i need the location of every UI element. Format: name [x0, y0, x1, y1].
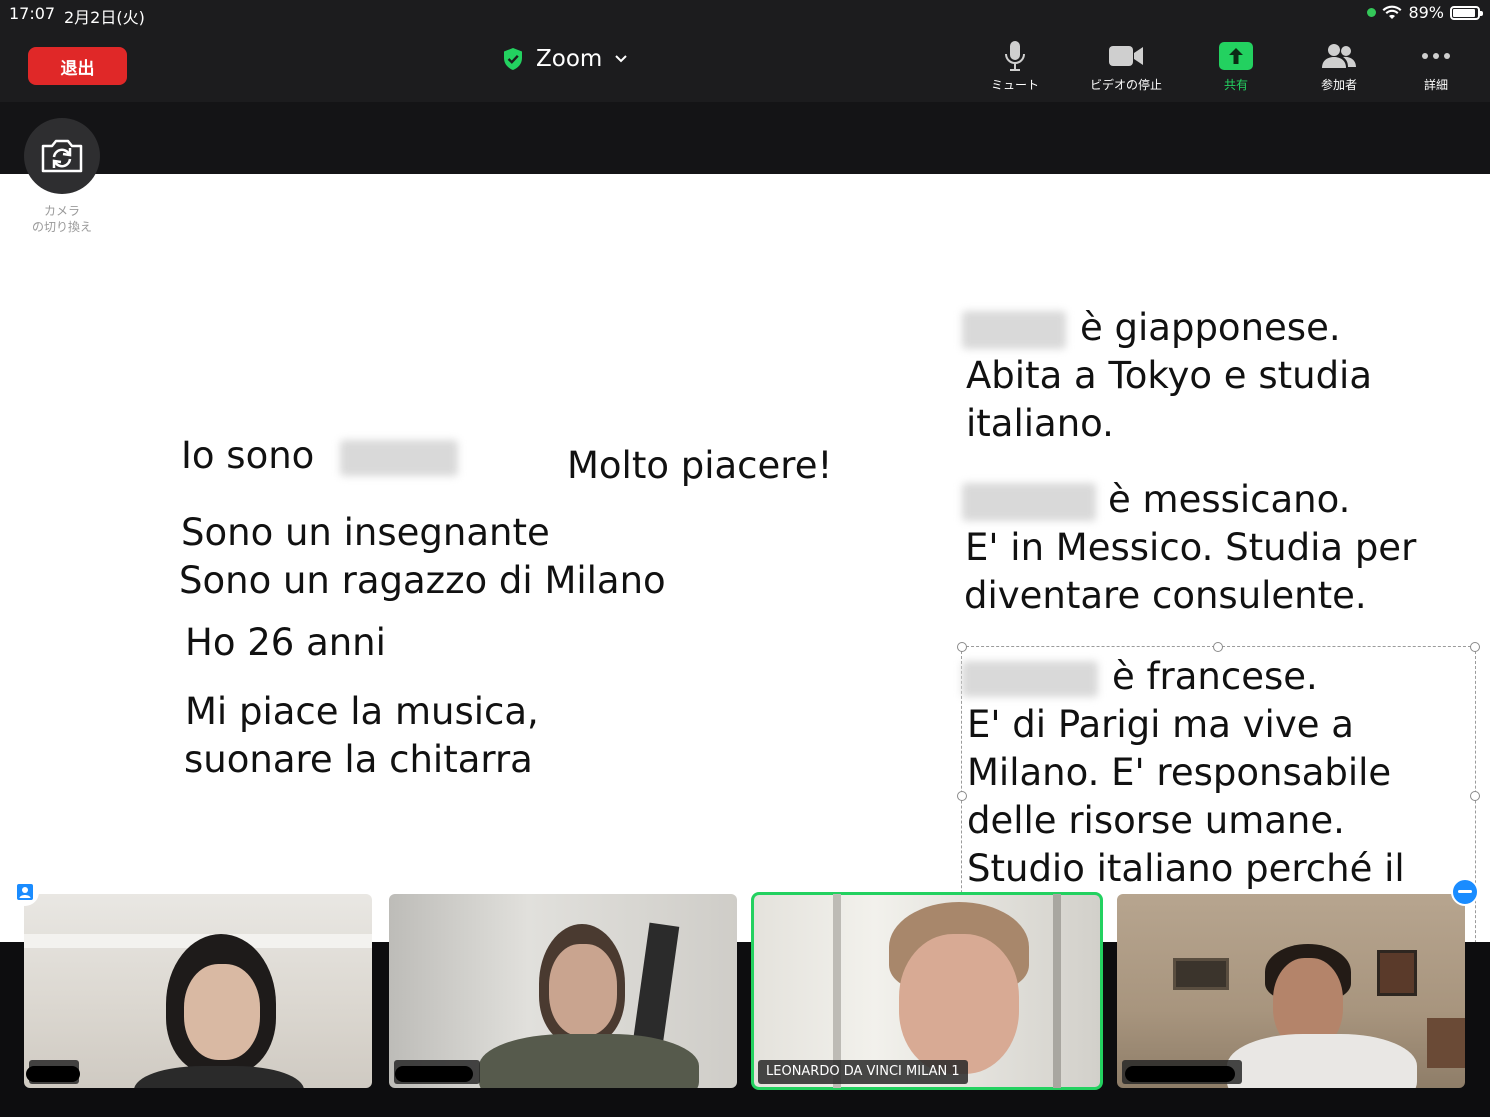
selection-handle[interactable]: [957, 791, 967, 801]
more-icon: [1422, 53, 1450, 59]
participant-video-face: [899, 934, 1019, 1074]
slide-p2-line3: diventare consulente.: [964, 574, 1367, 617]
selection-handle[interactable]: [1213, 642, 1223, 652]
redacted-name-blur: [340, 439, 459, 476]
person-frame-icon: [17, 884, 33, 900]
participant-video-body: [134, 1066, 304, 1088]
slide-p3-line4: delle risorse umane.: [967, 799, 1345, 842]
slide-line-insegnante: Sono un insegnante: [181, 511, 550, 554]
video-background: [1173, 958, 1229, 990]
leave-button[interactable]: 退出: [28, 47, 127, 85]
slide-line-hobby1: Mi piace la musica,: [185, 690, 539, 733]
slide-io-sono-line: Io sono: [181, 432, 459, 480]
status-bar: 17:07 2月2日(火) 89%: [0, 0, 1490, 28]
slide-p2-line1: è messicano.: [962, 476, 1350, 524]
chevron-down-icon: [615, 55, 628, 63]
switch-camera-button[interactable]: [24, 118, 100, 194]
slide-p3-line5: Studio italiano perché il: [967, 847, 1405, 890]
redacted-name-blur: [962, 310, 1066, 349]
video-background: [1053, 894, 1061, 1088]
video-background: [1377, 950, 1417, 996]
selection-handle[interactable]: [1470, 642, 1480, 652]
share-icon: [1219, 42, 1253, 70]
stop-video-button[interactable]: ビデオの停止: [1071, 38, 1181, 93]
status-indicators: 89%: [1367, 3, 1483, 22]
video-background: [1427, 1018, 1465, 1068]
slide-line-age: Ho 26 anni: [185, 621, 386, 664]
redacted-name-blur: [962, 482, 1096, 521]
mute-label: ミュート: [990, 78, 1039, 92]
participant-video-face: [549, 944, 617, 1036]
selection-handle[interactable]: [957, 642, 967, 652]
video-tile-participant-1[interactable]: [24, 894, 372, 1088]
redaction-mark: [1125, 1066, 1235, 1082]
mute-button[interactable]: ミュート: [960, 38, 1070, 93]
more-button[interactable]: 詳細: [1381, 38, 1490, 93]
video-tile-active-speaker[interactable]: LEONARDO DA VINCI MILAN 1: [751, 892, 1103, 1090]
slide-line-ragazzo: Sono un ragazzo di Milano: [179, 559, 666, 602]
top-band: [0, 102, 1490, 174]
status-time: 17:07: [9, 4, 56, 23]
redacted-name-blur: [962, 660, 1098, 697]
slide-line-hobby2: suonare la chitarra: [184, 738, 533, 781]
video-camera-icon: [1109, 46, 1143, 66]
participant-video-face: [184, 964, 260, 1060]
shield-check-icon: [504, 48, 522, 70]
video-background: [833, 894, 841, 1088]
slide-p2-line2: E' in Messico. Studia per: [965, 526, 1417, 569]
wifi-icon: [1382, 5, 1402, 19]
participant-video-body: [1227, 1034, 1417, 1088]
meeting-toolbar: 退出 Zoom ミュート ビデオの停止 共有 参加者 詳細: [0, 28, 1490, 102]
camera-switch-icon: [41, 139, 83, 173]
share-button[interactable]: 共有: [1181, 38, 1291, 93]
slide-p1-line2: Abita a Tokyo e studia: [966, 354, 1373, 397]
participants-label: 参加者: [1320, 78, 1357, 92]
slide-molto-piacere: Molto piacere!: [567, 444, 833, 487]
participants-button[interactable]: 参加者: [1284, 38, 1394, 93]
video-tile-participant-4[interactable]: [1117, 894, 1465, 1088]
stop-video-label: ビデオの停止: [1089, 78, 1162, 92]
slide-p1-line1: è giapponese.: [962, 304, 1341, 352]
meeting-title-dropdown[interactable]: Zoom: [502, 46, 628, 72]
slide-p3-line1: è francese.: [962, 653, 1318, 701]
redaction-mark: [26, 1066, 80, 1082]
slide-p3-line2: E' di Parigi ma vive a: [967, 703, 1354, 746]
participants-icon: [1322, 44, 1356, 68]
participant-name-tag: LEONARDO DA VINCI MILAN 1: [758, 1060, 968, 1084]
selection-handle[interactable]: [1470, 791, 1480, 801]
battery-icon: [1450, 5, 1483, 20]
slide-p3-line3: Milano. E' responsabile: [967, 751, 1392, 794]
redaction-mark: [395, 1066, 473, 1082]
more-label: 詳細: [1423, 78, 1448, 92]
meeting-title: Zoom: [536, 46, 603, 72]
pin-video-button[interactable]: [11, 878, 39, 906]
slide-p1-line3: italiano.: [966, 402, 1114, 445]
participant-video-body: [479, 1034, 699, 1088]
shared-screen-slide: Io sono Molto piacere! Sono un insegnant…: [0, 174, 1490, 942]
minus-icon: [1458, 890, 1472, 893]
share-label: 共有: [1223, 78, 1248, 92]
switch-camera-label: カメラ の切り換え: [31, 204, 92, 234]
video-tile-participant-2[interactable]: [389, 894, 737, 1088]
camera-in-use-dot-icon: [1367, 8, 1377, 17]
microphone-icon: [1005, 41, 1025, 71]
collapse-video-strip-button[interactable]: [1451, 878, 1479, 906]
battery-percent: 89%: [1408, 3, 1444, 22]
status-date: 2月2日(火): [64, 8, 145, 27]
